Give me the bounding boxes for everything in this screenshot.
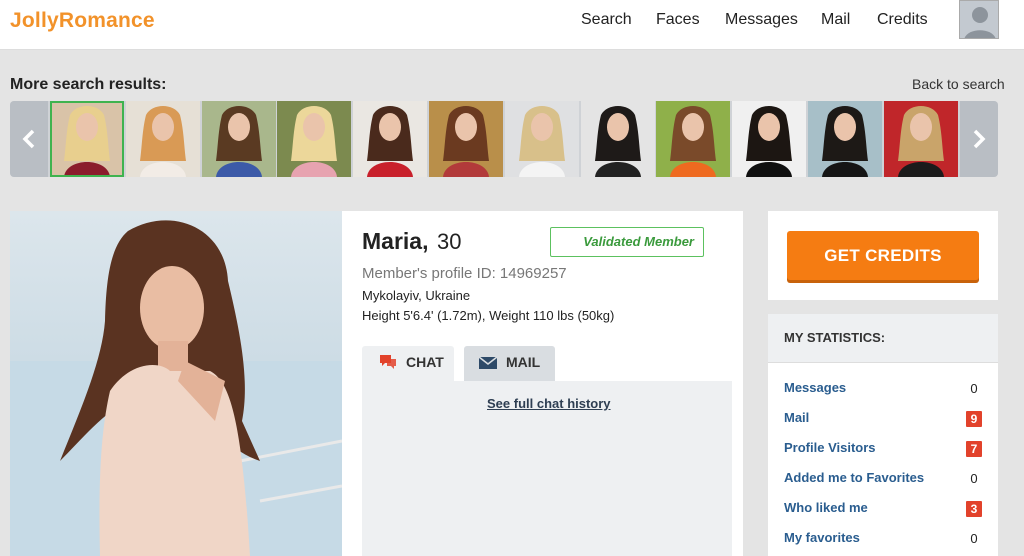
stat-count-badge: 3 [966,501,982,517]
thumbnail-image [732,101,807,177]
stat-count-badge: 9 [966,411,982,427]
thumbnail-image [883,101,958,177]
profile-photo[interactable] [10,211,342,556]
more-results-title: More search results: [10,76,167,93]
result-thumbnail[interactable] [808,101,882,177]
profile-height-weight: Height 5'6.4' (1.72m), Weight 110 lbs (5… [362,308,615,323]
statistics-title: MY STATISTICS: [784,330,886,345]
thumbnail-image [201,101,276,177]
chat-bubble-icon [380,355,396,369]
tab-chat[interactable]: CHAT [362,346,454,381]
site-logo[interactable]: JollyRomance [10,9,155,33]
result-thumbnail[interactable] [732,101,807,177]
envelope-icon [478,356,498,369]
default-user-icon [960,1,998,38]
result-thumbnail[interactable] [201,101,276,177]
user-avatar[interactable] [959,0,999,39]
tab-mail[interactable]: MAIL [464,346,555,381]
thumbnail-image [353,101,428,177]
profile-photo-image [10,211,342,556]
thumbnail-image [504,101,579,177]
nav-mail[interactable]: Mail [821,11,850,29]
back-to-search-link[interactable]: Back to search [912,76,1005,92]
result-thumbnail[interactable] [50,101,124,177]
stat-label[interactable]: Mail [784,410,809,425]
result-thumbnail[interactable] [277,101,352,177]
get-credits-button[interactable]: GET CREDITS [787,231,979,280]
stat-label[interactable]: Profile Visitors [784,440,876,455]
thumbnail-image [429,101,503,177]
nav-credits[interactable]: Credits [877,11,928,29]
profile-location: Mykolayiv, Ukraine [362,288,471,303]
nav-faces[interactable]: Faces [656,11,700,29]
stat-label[interactable]: Added me to Favorites [784,470,924,485]
tab-chat-label: CHAT [406,354,444,370]
thumbnail-image [50,101,124,177]
validated-member-label: Validated Member [583,234,694,249]
profile-name: Maria, [362,228,429,254]
thumbnail-image [580,101,655,177]
result-thumbnail[interactable] [125,101,200,177]
stat-label[interactable]: Messages [784,380,846,395]
carousel-next-button[interactable] [960,101,998,177]
result-thumbnail[interactable] [504,101,579,177]
stat-label[interactable]: My favorites [784,530,860,545]
carousel-prev-button[interactable] [10,101,48,177]
thumbnail-image [277,101,352,177]
profile-age: 30 [437,229,462,254]
stat-label[interactable]: Who liked me [784,500,868,515]
nav-search[interactable]: Search [581,11,632,29]
thumbnail-image [125,101,200,177]
validated-member-badge: Validated Member [550,227,704,257]
chevron-left-icon [22,129,35,149]
result-thumbnail[interactable] [656,101,731,177]
thumbnail-image [656,101,731,177]
result-thumbnail[interactable] [883,101,958,177]
stat-count: 0 [970,471,978,486]
chevron-right-icon [973,129,986,149]
stat-count: 0 [970,531,978,546]
result-thumbnail[interactable] [353,101,428,177]
thumbnail-image [808,101,882,177]
member-profile-id: Member's profile ID: 14969257 [362,265,567,282]
nav-messages[interactable]: Messages [725,11,798,29]
result-thumbnail[interactable] [580,101,655,177]
stat-count: 0 [970,381,978,396]
result-thumbnail[interactable] [429,101,503,177]
stat-count-badge: 7 [966,441,982,457]
tab-mail-label: MAIL [506,354,541,370]
chat-history-link[interactable]: See full chat history [487,396,611,411]
